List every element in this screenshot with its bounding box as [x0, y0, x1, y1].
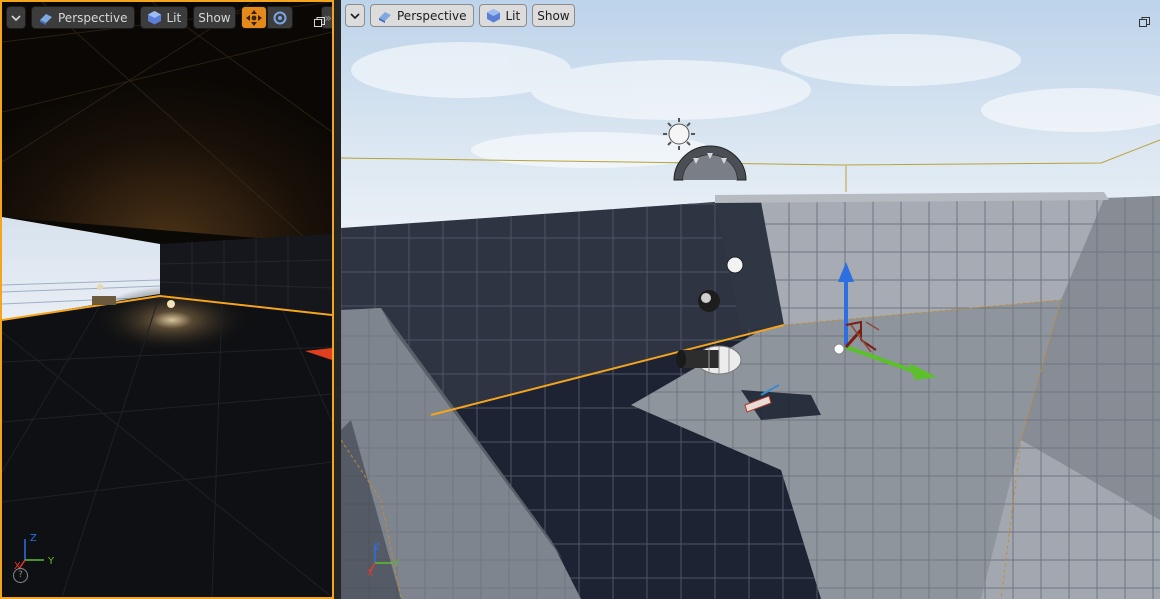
- help-icon[interactable]: ?: [13, 568, 28, 583]
- chevron-down-icon: [347, 8, 363, 24]
- view-mode-label: Perspective: [58, 10, 128, 25]
- player-start-icon: [97, 284, 103, 290]
- axis-label-y: Y: [47, 556, 55, 567]
- left-viewport-scene: [2, 2, 332, 597]
- lighting-mode-label: Lit: [505, 8, 521, 23]
- lighting-mode-button[interactable]: Lit: [478, 4, 528, 27]
- translate-mode-button[interactable]: [240, 6, 267, 29]
- bench-prop: [92, 296, 116, 305]
- view-mode-button[interactable]: Perspective: [31, 6, 135, 29]
- axis-label-z: Z: [374, 543, 380, 553]
- left-viewport-toolbar: Perspective Lit Show »: [6, 6, 332, 29]
- axis-label-z: Z: [30, 533, 37, 544]
- maximize-icon[interactable]: [1139, 12, 1150, 27]
- rotate-icon: [272, 10, 288, 26]
- lit-sphere-icon: [486, 8, 502, 24]
- maximize-icon[interactable]: [314, 12, 325, 27]
- show-flags-label: Show: [198, 10, 231, 25]
- reflection-sphere[interactable]: [726, 256, 744, 274]
- lighting-mode-label: Lit: [166, 10, 182, 25]
- axis-label-x: X: [367, 569, 373, 579]
- viewport-options-dropdown[interactable]: [345, 4, 365, 27]
- show-flags-button[interactable]: Show: [193, 6, 236, 29]
- view-mode-label: Perspective: [397, 8, 467, 23]
- left-viewport[interactable]: Perspective Lit Show » Z Y X ?: [0, 0, 334, 599]
- chevron-down-icon: [8, 10, 24, 26]
- lit-sphere-icon: [147, 10, 163, 26]
- perspective-cube-icon: [38, 10, 54, 26]
- viewport-splitter[interactable]: [334, 0, 341, 599]
- rotate-mode-button[interactable]: [266, 6, 293, 29]
- translate-icon: [245, 9, 262, 26]
- show-flags-label: Show: [537, 8, 570, 23]
- view-mode-button[interactable]: Perspective: [370, 4, 474, 27]
- toolbar-overflow-label: »: [324, 10, 332, 25]
- ceiling: [2, 2, 332, 244]
- right-viewport-scene: Z Y X: [341, 0, 1160, 599]
- perspective-cube-icon: [377, 8, 393, 24]
- axis-label-y: Y: [393, 559, 400, 569]
- viewport-options-dropdown[interactable]: [6, 6, 26, 29]
- right-viewport-toolbar: Perspective Lit Show: [345, 4, 575, 27]
- right-viewport[interactable]: Z Y X Perspective Lit Show: [341, 0, 1160, 599]
- show-flags-button[interactable]: Show: [532, 4, 575, 27]
- point-light-icon: [167, 300, 175, 308]
- lighting-mode-button[interactable]: Lit: [139, 6, 189, 29]
